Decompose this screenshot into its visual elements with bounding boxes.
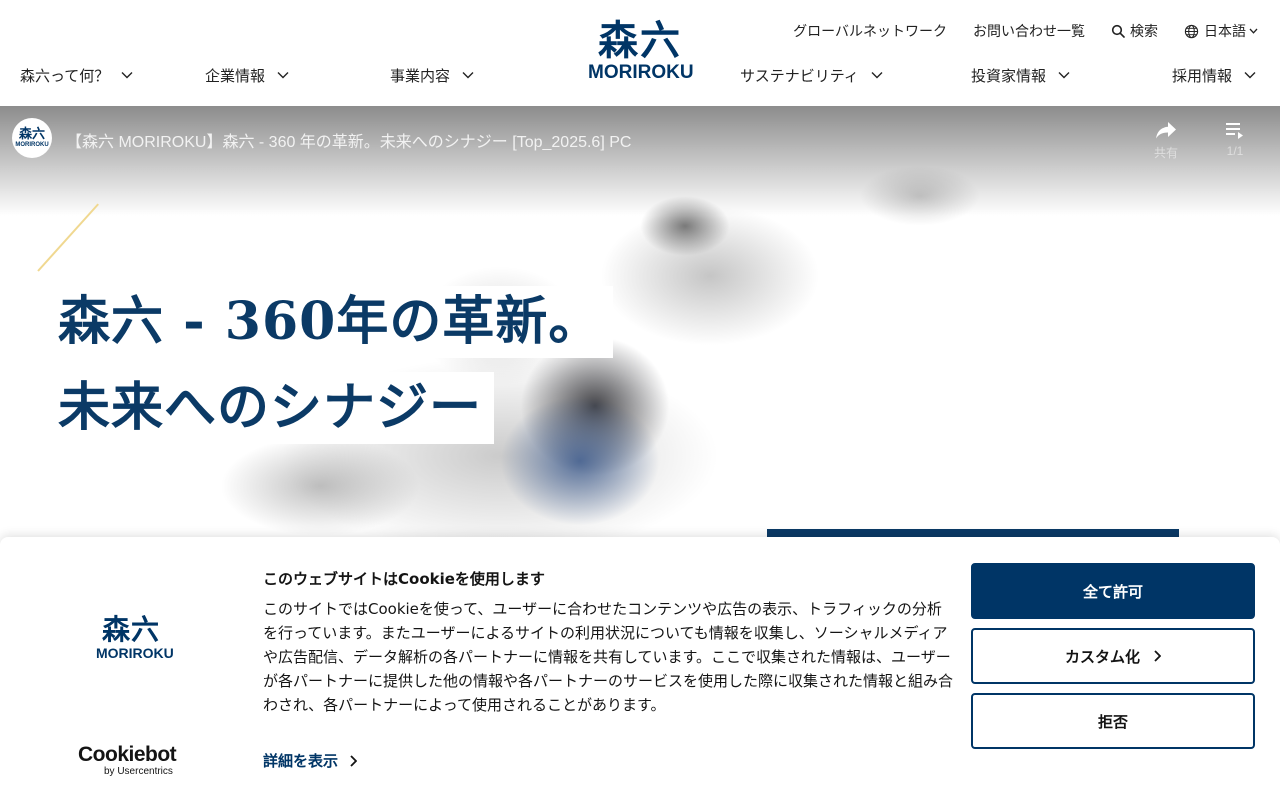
video-title[interactable]: 【森六 MORIROKU】森六 - 360 年の革新。未来へのシナジー [Top… [66, 128, 631, 152]
cookiebot-name: Cookiebot [78, 743, 177, 766]
chevron-right-icon [1154, 650, 1161, 662]
utility-nav: グローバルネットワーク お問い合わせ一覧 検索 日本語 [793, 20, 1258, 42]
chevron-down-icon [277, 72, 289, 79]
site-logo[interactable]: 森六 MORIROKU [588, 18, 694, 88]
chevron-down-icon [1249, 28, 1258, 34]
video-title-bar: 森六 MORIROKU 【森六 MORIROKU】森六 - 360 年の革新。未… [0, 106, 1280, 170]
deny-label: 拒否 [1097, 712, 1128, 731]
customize-button[interactable]: カスタム化 [971, 628, 1255, 684]
share-icon [1156, 122, 1176, 139]
nav-item-business[interactable]: 事業内容 [390, 64, 474, 86]
nav-item-label: サステナビリティ [740, 66, 859, 85]
cookie-consent-banner: 森六 MORIROKU Cookiebot by Usercentrics この… [0, 537, 1280, 800]
nav-item-label: 投資家情報 [971, 66, 1047, 85]
chevron-down-icon [121, 72, 133, 79]
nav-item-what-is-moriroku[interactable]: 森六って何？ [20, 64, 133, 86]
contact-label: お問い合わせ一覧 [973, 24, 1085, 40]
search-button[interactable]: 検索 [1111, 20, 1158, 42]
cookie-banner-logo: 森六 MORIROKU [96, 613, 174, 662]
customize-label: カスタム化 [1064, 647, 1140, 666]
allow-all-button[interactable]: 全て許可 [971, 563, 1255, 619]
chevron-down-icon [871, 72, 883, 79]
nav-item-sustainability[interactable]: サステナビリティ [740, 64, 883, 86]
show-details-link[interactable]: 詳細を表示 [263, 750, 358, 771]
playlist-button[interactable]: 1/1 [1210, 120, 1260, 166]
allow-all-label: 全て許可 [1082, 582, 1143, 601]
chevron-down-icon [1244, 72, 1256, 79]
hero-headline-line-1: 森六 - 360年の革新。 [48, 286, 614, 358]
nav-item-company[interactable]: 企業情報 [205, 64, 289, 86]
cookie-logo-kanji: 森六 [101, 613, 160, 646]
language-label: 日本語 [1204, 24, 1246, 40]
nav-item-label: 採用情報 [1172, 66, 1233, 85]
show-details-label: 詳細を表示 [263, 752, 339, 770]
chevron-down-icon [1058, 72, 1070, 79]
channel-avatar-latin: MORIROKU [15, 141, 49, 148]
language-selector[interactable]: 日本語 [1184, 20, 1258, 42]
share-button[interactable]: 共有 [1141, 120, 1191, 166]
nav-item-careers[interactable]: 採用情報 [1172, 64, 1256, 86]
global-network-link[interactable]: グローバルネットワーク [793, 20, 947, 42]
channel-avatar-kanji: 森六 [18, 126, 45, 142]
playlist-counter: 1/1 [1226, 144, 1244, 158]
cookie-logo-latin: MORIROKU [96, 645, 174, 661]
deny-button[interactable]: 拒否 [971, 693, 1255, 749]
chevron-right-icon [350, 754, 358, 767]
search-label: 検索 [1130, 24, 1158, 40]
nav-item-investors[interactable]: 投資家情報 [971, 64, 1070, 86]
logo-kanji: 森六 [598, 18, 682, 64]
nav-item-label: 森六って何？ [20, 66, 110, 85]
chevron-down-icon [462, 72, 474, 79]
cookie-banner-body: このサイトではCookieを使って、ユーザーに合わせたコンテンツや広告の表示、ト… [263, 600, 954, 714]
nav-item-label: 企業情報 [205, 66, 266, 85]
playlist-icon [1226, 123, 1243, 139]
nav-item-label: 事業内容 [390, 66, 451, 85]
global-network-label: グローバルネットワーク [793, 24, 947, 40]
cookiebot-by: by Usercentrics [104, 766, 173, 777]
contact-link[interactable]: お問い合わせ一覧 [973, 20, 1085, 42]
share-label: 共有 [1153, 146, 1178, 160]
globe-icon [1184, 24, 1199, 38]
cookie-banner-title: このウェブサイトはCookieを使用します [263, 570, 545, 588]
logo-latin: MORIROKU [588, 62, 694, 83]
channel-avatar[interactable]: 森六 MORIROKU [12, 118, 52, 158]
site-header: グローバルネットワーク お問い合わせ一覧 検索 日本語 森六 MORIROKU … [0, 0, 1280, 106]
hero-headline-line-2: 未来へのシナジー [48, 372, 495, 444]
cookiebot-logo-link[interactable]: Cookiebot by Usercentrics [78, 743, 177, 778]
search-icon [1111, 24, 1125, 38]
